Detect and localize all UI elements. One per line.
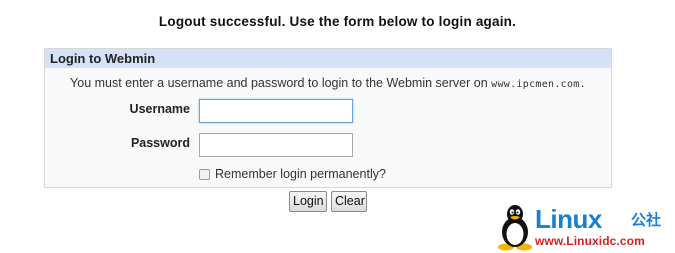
watermark-cn-text: 公社 (631, 212, 662, 229)
clear-button[interactable]: Clear (331, 191, 367, 212)
password-input[interactable] (199, 133, 353, 157)
login-form-box: Login to Webmin You must enter a usernam… (44, 48, 612, 188)
tux-penguin-icon (498, 205, 532, 251)
login-button[interactable]: Login (289, 191, 327, 212)
webmin-login-page: Logout successful. Use the form below to… (0, 0, 675, 253)
password-label: Password (130, 136, 190, 150)
login-intro-text: You must enter a username and password t… (70, 76, 488, 90)
watermark-brand: Linux (535, 204, 602, 234)
logout-message: Logout successful. Use the form below to… (158, 14, 517, 29)
remember-login-label: Remember login permanently? (215, 167, 386, 181)
remember-login-row[interactable]: Remember login permanently? (199, 167, 386, 181)
login-intro: You must enter a username and password t… (45, 76, 611, 90)
watermark-logo: Linux 公社 www.Linuxidc.com (497, 203, 672, 251)
username-label: Username (129, 102, 190, 116)
login-box-title: Login to Webmin (45, 49, 611, 68)
remember-login-checkbox[interactable] (199, 168, 210, 180)
watermark-url: www.Linuxidc.com (535, 234, 645, 248)
server-host: www.ipcmen.com. (491, 79, 586, 90)
username-input[interactable] (199, 99, 353, 123)
